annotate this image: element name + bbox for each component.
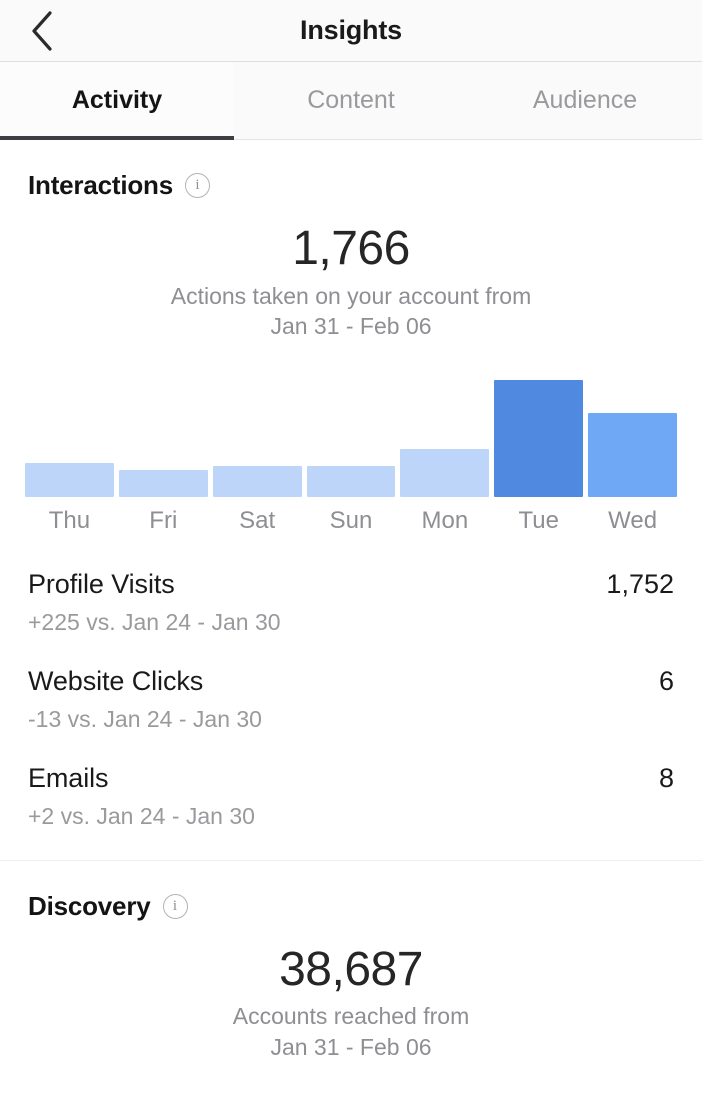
interactions-bar-chart: Thu Fri Sat Sun Mon Tue Wed	[0, 372, 702, 535]
tab-content[interactable]: Content	[234, 62, 468, 139]
metric-value: 1,752	[606, 568, 674, 599]
metric-name: Website Clicks	[28, 665, 204, 696]
bar-column-thu[interactable]	[25, 372, 114, 497]
tab-audience-label: Audience	[532, 86, 638, 114]
metric-row-header: Profile Visits 1,752	[28, 569, 674, 600]
bar-label-sat: Sat	[239, 506, 276, 534]
bar-label-fri: Fri	[149, 506, 178, 534]
info-circle-icon[interactable]: i	[184, 173, 210, 198]
interactions-description: Actions taken on your account from Jan 3…	[0, 275, 702, 342]
bar-sun	[306, 465, 396, 497]
bar-column-tue[interactable]	[494, 372, 584, 497]
chart-labels: Thu Fri Sat Sun Mon Tue Wed	[25, 507, 677, 535]
metric-value: 6	[658, 665, 674, 696]
bar-column-sun[interactable]	[306, 372, 396, 497]
interactions-metric-list: Profile Visits 1,752 +225 vs. Jan 24 - J…	[0, 569, 702, 860]
bar-label-wed: Wed	[608, 506, 658, 534]
top-navigation-bar: Insights	[0, 0, 702, 62]
interactions-title: Interactions	[28, 170, 173, 200]
interactions-value: 1,766	[292, 222, 410, 275]
bar-column-sat[interactable]	[212, 372, 302, 497]
back-button[interactable]	[14, 0, 70, 61]
metric-row-website-clicks[interactable]: Website Clicks 6 -13 vs. Jan 24 - Jan 30	[28, 666, 674, 763]
interactions-description-line2: Jan 31 - Feb 06	[270, 313, 432, 340]
interactions-description-line1: Actions taken on your account from	[170, 282, 532, 309]
bar-wed	[588, 412, 678, 497]
bar-thu	[25, 462, 114, 497]
tab-activity[interactable]: Activity	[0, 62, 234, 140]
discovery-summary: 38,687 Accounts reached from Jan 31 - Fe…	[0, 922, 702, 1063]
bar-tue	[494, 379, 584, 497]
metric-name: Emails	[28, 762, 109, 793]
tab-audience[interactable]: Audience	[468, 62, 702, 139]
interactions-summary: 1,766 Actions taken on your account from…	[0, 201, 702, 342]
chevron-left-icon	[32, 10, 52, 51]
metric-comparison: +2 vs. Jan 24 - Jan 30	[28, 802, 255, 829]
bar-column-wed[interactable]	[588, 372, 678, 497]
bar-label-thu: Thu	[48, 506, 91, 534]
interactions-section-header: Interactions i	[0, 140, 702, 201]
discovery-title: Discovery	[28, 890, 151, 921]
bar-column-fri[interactable]	[118, 372, 208, 497]
discovery-description: Accounts reached from Jan 31 - Feb 06	[0, 995, 702, 1062]
page-title: Insights	[300, 15, 402, 45]
chart-bars	[25, 372, 678, 497]
discovery-section-header: Discovery i	[0, 861, 702, 922]
insights-content: Interactions i 1,766 Actions taken on yo…	[0, 140, 702, 1063]
tab-activity-label: Activity	[71, 86, 163, 114]
discovery-value: 38,687	[279, 942, 423, 996]
metric-row-emails[interactable]: Emails 8 +2 vs. Jan 24 - Jan 30	[28, 763, 674, 860]
bar-mon	[400, 448, 490, 497]
metric-row-header: Emails 8	[28, 763, 674, 794]
info-circle-icon[interactable]: i	[162, 893, 188, 919]
bar-sat	[212, 465, 302, 497]
bar-label-mon: Mon	[421, 506, 469, 534]
metric-row-header: Website Clicks 6	[28, 666, 674, 697]
discovery-description-line1: Accounts reached from	[232, 1003, 470, 1030]
metric-row-profile-visits[interactable]: Profile Visits 1,752 +225 vs. Jan 24 - J…	[28, 569, 674, 666]
tab-bar: Activity Content Audience	[0, 62, 702, 140]
metric-comparison: +225 vs. Jan 24 - Jan 30	[28, 608, 281, 635]
tab-content-label: Content	[307, 86, 395, 114]
metric-name: Profile Visits	[28, 568, 175, 599]
metric-value: 8	[658, 762, 674, 793]
bar-fri	[118, 469, 208, 497]
bar-column-mon[interactable]	[400, 372, 490, 497]
bar-label-tue: Tue	[518, 506, 559, 534]
metric-comparison: -13 vs. Jan 24 - Jan 30	[28, 705, 262, 732]
bar-label-sun: Sun	[329, 506, 373, 534]
discovery-description-line2: Jan 31 - Feb 06	[270, 1033, 432, 1060]
